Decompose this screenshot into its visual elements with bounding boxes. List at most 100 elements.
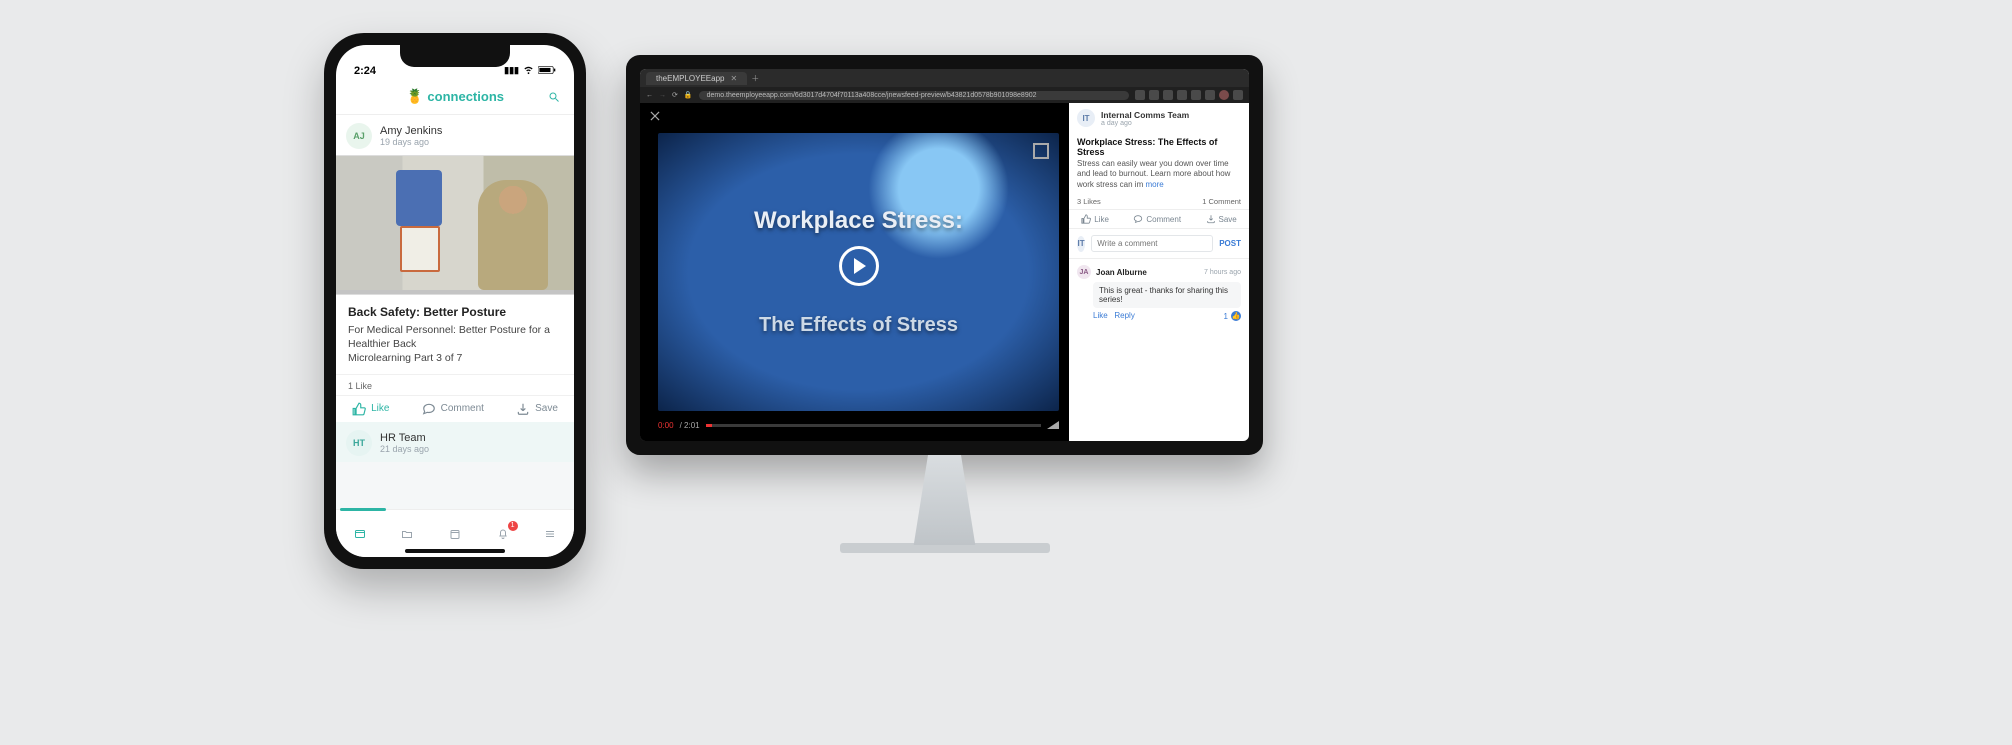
progress-bar[interactable]	[706, 424, 1041, 427]
post-title: Back Safety: Better Posture	[348, 305, 562, 319]
post-body: Back Safety: Better Posture For Medical …	[336, 295, 574, 374]
time-current: 0:00	[658, 421, 674, 430]
app-logo: 🍍 connections	[406, 88, 504, 105]
like-label: Like	[371, 403, 389, 414]
volume-icon[interactable]	[1047, 421, 1059, 429]
new-tab-button[interactable]: ＋	[751, 73, 759, 84]
back-button[interactable]: ←	[646, 92, 653, 99]
nav-notifications[interactable]: 1	[492, 523, 514, 545]
viewer-toolbar	[640, 103, 1069, 129]
post-desc-line: For Medical Personnel: Better Posture fo…	[348, 323, 562, 351]
panel-stats: 3 Likes 1 Comment	[1069, 194, 1249, 210]
video-controls: 0:00 / 2:01	[658, 415, 1059, 435]
save-button[interactable]: Save	[1206, 214, 1237, 224]
fullscreen-icon[interactable]	[1033, 143, 1049, 159]
panel-desc: Stress can easily wear you down over tim…	[1069, 159, 1249, 194]
home-indicator[interactable]	[405, 549, 505, 553]
nav-calendar[interactable]	[444, 523, 466, 545]
likes-count: 3 Likes	[1077, 197, 1101, 206]
more-link[interactable]: more	[1145, 180, 1163, 189]
video-thumbnail[interactable]	[336, 155, 574, 295]
post-desc-line: Microlearning Part 3 of 7	[348, 351, 562, 365]
ext-icon[interactable]	[1177, 90, 1187, 100]
tab-title: theEMPLOYEEapp	[656, 74, 724, 83]
post-likes: 1 Like	[336, 374, 574, 395]
comment-input[interactable]	[1091, 235, 1213, 252]
ext-icon[interactable]	[1191, 90, 1201, 100]
home-icon	[354, 528, 366, 540]
nav-folder[interactable]	[396, 523, 418, 545]
comment-body: This is great - thanks for sharing this …	[1093, 282, 1241, 308]
post-header[interactable]: AJ Amy Jenkins 19 days ago	[336, 115, 574, 155]
imac-mockup: theEMPLOYEEapp ✕ ＋ ← → ⟳ 🔒 demo.theemplo…	[626, 55, 1263, 553]
video-title-line: Workplace Stress:	[754, 208, 963, 234]
phone-notch	[400, 45, 510, 67]
side-panel: IT Internal Comms Team a day ago Workpla…	[1069, 103, 1249, 441]
comments-count: 1 Comment	[1202, 197, 1241, 206]
nav-menu[interactable]	[539, 523, 561, 545]
folder-icon	[401, 528, 413, 540]
ext-icon[interactable]	[1149, 90, 1159, 100]
video-viewer: Workplace Stress: The Effects of Stress …	[640, 103, 1069, 441]
comment-button[interactable]: Comment	[1133, 214, 1181, 224]
address-bar[interactable]: demo.theemployeeapp.com/6d3017d4704f7011…	[699, 91, 1129, 100]
avatar: HT	[346, 430, 372, 456]
profile-avatar-icon[interactable]	[1219, 90, 1229, 100]
video-frame[interactable]: Workplace Stress: The Effects of Stress	[658, 133, 1059, 411]
comment-reply-button[interactable]: Reply	[1114, 311, 1134, 320]
browser-tab[interactable]: theEMPLOYEEapp ✕	[646, 72, 747, 85]
thumb-up-icon	[352, 402, 366, 416]
avatar: JA	[1077, 265, 1091, 279]
comment-button[interactable]: Comment	[422, 402, 484, 416]
post-desc: For Medical Personnel: Better Posture fo…	[348, 323, 562, 366]
commenter-name: Joan Alburne	[1096, 268, 1147, 277]
like-button[interactable]: Like	[352, 402, 389, 416]
browser-menu-icon[interactable]	[1233, 90, 1243, 100]
comment-icon	[422, 402, 436, 416]
pineapple-icon: 🍍	[406, 88, 423, 105]
avatar: IT	[1077, 109, 1095, 127]
panel-header: IT Internal Comms Team a day ago	[1069, 103, 1249, 133]
panel-actions: Like Comment Save	[1069, 210, 1249, 229]
poster-ago: a day ago	[1101, 120, 1189, 127]
close-icon[interactable]	[648, 109, 662, 123]
avatar: IT	[1077, 236, 1085, 252]
comment-item: JA Joan Alburne 7 hours ago This is grea…	[1069, 259, 1249, 327]
lock-icon: 🔒	[684, 91, 693, 99]
forward-button[interactable]: →	[659, 92, 666, 99]
page-content: Workplace Stress: The Effects of Stress …	[640, 103, 1249, 441]
close-tab-icon[interactable]: ✕	[730, 74, 737, 83]
feed[interactable]: AJ Amy Jenkins 19 days ago Back Safety: …	[336, 115, 574, 509]
save-label: Save	[1219, 215, 1237, 224]
bell-icon	[497, 528, 509, 540]
notification-badge: 1	[508, 521, 518, 531]
play-button[interactable]	[839, 246, 879, 286]
status-icons: ▮▮▮	[504, 64, 556, 77]
author-name: HR Team	[380, 432, 429, 444]
battery-icon	[538, 65, 556, 77]
time-duration: / 2:01	[680, 421, 700, 430]
tab-strip: theEMPLOYEEapp ✕ ＋	[640, 69, 1249, 87]
like-label: Like	[1094, 215, 1109, 224]
like-button[interactable]: Like	[1081, 214, 1109, 224]
nav-home[interactable]	[349, 523, 371, 545]
post-button[interactable]: POST	[1219, 239, 1241, 248]
wifi-icon	[523, 64, 534, 77]
search-icon	[548, 91, 560, 103]
iphone-mockup: 2:24 ▮▮▮ 🍍 connections	[324, 33, 586, 569]
ext-icon[interactable]	[1135, 90, 1145, 100]
post-time: 19 days ago	[380, 137, 442, 147]
video-title-line: The Effects of Stress	[759, 314, 958, 336]
poster-name: Internal Comms Team	[1101, 110, 1189, 120]
imac-stand	[890, 455, 1000, 545]
ext-icon[interactable]	[1163, 90, 1173, 100]
ext-icon[interactable]	[1205, 90, 1215, 100]
search-button[interactable]	[544, 87, 564, 107]
comment-ago: 7 hours ago	[1204, 269, 1241, 276]
save-button[interactable]: Save	[516, 402, 558, 416]
app-name: connections	[427, 89, 504, 104]
post-header[interactable]: HT HR Team 21 days ago	[336, 422, 574, 462]
avatar: AJ	[346, 123, 372, 149]
comment-like-button[interactable]: Like	[1093, 311, 1108, 320]
reload-button[interactable]: ⟳	[672, 91, 678, 99]
